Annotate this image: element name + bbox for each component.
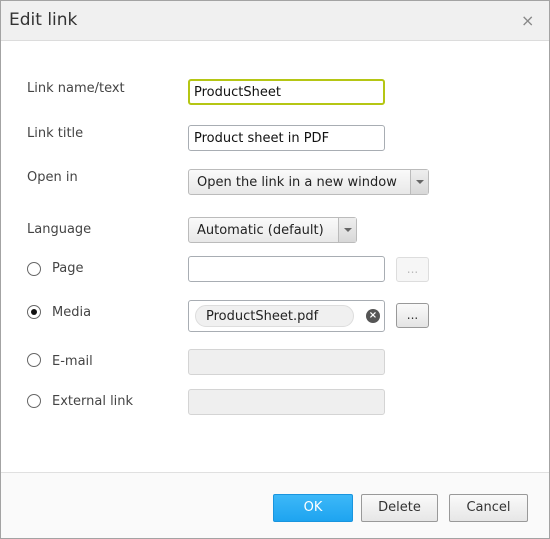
email-label: E-mail: [52, 354, 93, 369]
close-icon[interactable]: ×: [521, 11, 534, 30]
email-input[interactable]: [188, 349, 385, 375]
page-label: Page: [52, 261, 84, 276]
delete-button[interactable]: Delete: [361, 494, 438, 522]
link-title-label: Link title: [27, 126, 84, 141]
chevron-down-icon[interactable]: [338, 218, 356, 242]
language-label: Language: [27, 222, 92, 237]
dialog-header: Edit link ×: [1, 1, 549, 41]
external-link-radio[interactable]: [27, 394, 41, 408]
link-name-input[interactable]: [188, 79, 385, 105]
clear-icon[interactable]: ×: [366, 309, 380, 323]
cancel-button[interactable]: Cancel: [449, 494, 528, 522]
link-name-label: Link name/text: [27, 81, 125, 96]
open-in-value: Open the link in a new window: [197, 175, 397, 190]
page-browse-button[interactable]: ...: [396, 257, 429, 282]
page-radio[interactable]: [27, 262, 41, 276]
media-label: Media: [52, 305, 92, 320]
open-in-label: Open in: [27, 170, 78, 185]
ok-button[interactable]: OK: [273, 494, 353, 522]
page-input[interactable]: [188, 256, 385, 282]
open-in-select[interactable]: Open the link in a new window: [188, 169, 429, 195]
edit-link-dialog: Edit link × Link name/text Link title Op…: [0, 0, 550, 539]
dialog-title: Edit link: [9, 10, 78, 30]
media-browse-button[interactable]: ...: [396, 303, 429, 328]
language-select[interactable]: Automatic (default): [188, 217, 357, 243]
email-radio[interactable]: [27, 353, 41, 367]
external-link-input[interactable]: [188, 389, 385, 415]
chevron-down-icon[interactable]: [410, 170, 428, 194]
link-title-input[interactable]: [188, 125, 385, 151]
language-value: Automatic (default): [197, 223, 324, 238]
media-input[interactable]: ProductSheet.pdf ×: [188, 300, 385, 332]
media-radio[interactable]: [27, 305, 41, 319]
media-chip: ProductSheet.pdf: [195, 305, 354, 327]
dialog-footer: OK Delete Cancel: [1, 472, 549, 538]
external-link-label: External link: [52, 394, 134, 409]
